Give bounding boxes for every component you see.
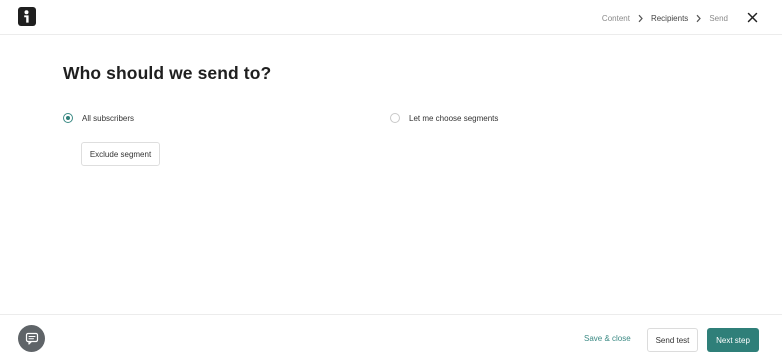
send-test-button[interactable]: Send test xyxy=(647,328,698,352)
close-icon xyxy=(747,12,758,23)
save-and-close-link[interactable]: Save & close xyxy=(584,334,631,343)
breadcrumb-item-content[interactable]: Content xyxy=(602,14,630,23)
breadcrumb: Content Recipients Send xyxy=(602,12,728,24)
chevron-right-icon xyxy=(638,14,643,22)
top-bar: Content Recipients Send xyxy=(0,0,782,35)
close-button[interactable] xyxy=(746,11,759,24)
bottom-bar: Save & close Send test Next step xyxy=(0,314,782,364)
chevron-right-icon xyxy=(696,14,702,22)
option-choose-segments[interactable]: Let me choose segments xyxy=(390,112,498,124)
radio-button[interactable] xyxy=(390,113,400,123)
brand-logo-icon[interactable] xyxy=(18,7,36,26)
chat-icon xyxy=(25,332,38,345)
exclude-segment-button[interactable]: Exclude segment xyxy=(81,142,160,166)
next-step-button[interactable]: Next step xyxy=(707,328,759,352)
page-title: Who should we send to? xyxy=(63,63,272,83)
page: Content Recipients Send Who should we se… xyxy=(0,0,782,364)
chat-button[interactable] xyxy=(18,325,45,352)
breadcrumb-item-send[interactable]: Send xyxy=(709,14,728,23)
option-label: All subscribers xyxy=(82,113,135,123)
radio-button-selected[interactable] xyxy=(63,113,73,123)
option-label: Let me choose segments xyxy=(409,113,499,123)
option-all-subscribers[interactable]: All subscribers xyxy=(63,112,134,124)
breadcrumb-item-recipients[interactable]: Recipients xyxy=(651,14,688,23)
